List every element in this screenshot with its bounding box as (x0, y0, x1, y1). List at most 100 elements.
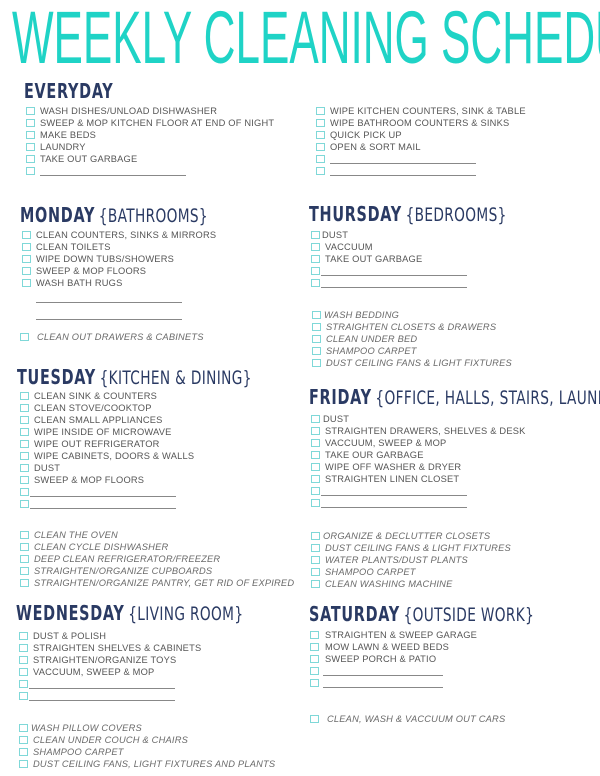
checkbox[interactable] (19, 760, 28, 768)
thursday-extra-list: WASH BEDDING STRAIGHTEN CLOSETS & DRAWER… (312, 309, 512, 369)
checkbox[interactable] (311, 279, 320, 287)
blank-line[interactable] (323, 667, 443, 676)
checkbox[interactable] (311, 427, 320, 435)
checkbox[interactable] (312, 335, 321, 343)
checkbox[interactable] (26, 131, 35, 139)
checkbox[interactable] (19, 692, 28, 700)
checkbox[interactable] (20, 416, 29, 424)
checkbox[interactable] (310, 715, 319, 723)
checkbox[interactable] (310, 655, 319, 663)
blank-task-item (20, 486, 194, 498)
friday-heading: FRIDAY {OFFICE, HALLS, STAIRS, LAUNDRY} (309, 386, 600, 409)
checkbox[interactable] (310, 667, 319, 675)
checkbox[interactable] (20, 500, 29, 508)
blank-line[interactable] (29, 680, 175, 689)
blank-line[interactable] (29, 692, 175, 701)
checkbox[interactable] (311, 243, 320, 251)
checkbox[interactable] (20, 404, 29, 412)
blank-line[interactable] (36, 294, 182, 303)
checkbox[interactable] (312, 311, 321, 319)
checkbox[interactable] (19, 736, 28, 744)
checkbox[interactable] (310, 643, 319, 651)
checkbox[interactable] (22, 255, 31, 263)
checkbox[interactable] (19, 724, 28, 732)
checkbox[interactable] (311, 556, 320, 564)
saturday-extra-list: CLEAN, WASH & VACCUUM OUT CARS (310, 713, 505, 725)
task-item: CLEAN CYCLE DISHWASHER (20, 541, 294, 553)
checkbox[interactable] (26, 155, 35, 163)
checkbox[interactable] (311, 532, 320, 540)
checkbox[interactable] (311, 415, 320, 423)
checkbox[interactable] (311, 231, 320, 239)
checkbox[interactable] (20, 392, 29, 400)
checkbox[interactable] (310, 631, 319, 639)
task-label: SHAMPOO CARPET (325, 567, 416, 577)
blank-line[interactable] (321, 279, 467, 288)
checkbox[interactable] (20, 579, 29, 587)
checkbox[interactable] (20, 567, 29, 575)
checkbox[interactable] (22, 231, 31, 239)
checkbox[interactable] (311, 568, 320, 576)
checkbox[interactable] (311, 580, 320, 588)
blank-line[interactable] (321, 499, 467, 508)
blank-line[interactable] (36, 311, 182, 320)
checkbox[interactable] (311, 544, 320, 552)
checkbox[interactable] (19, 748, 28, 756)
checkbox[interactable] (19, 644, 28, 652)
checkbox[interactable] (19, 656, 28, 664)
checkbox[interactable] (26, 107, 35, 115)
checkbox[interactable] (22, 267, 31, 275)
checkbox[interactable] (20, 440, 29, 448)
checkbox[interactable] (20, 452, 29, 460)
checkbox[interactable] (312, 323, 321, 331)
checkbox[interactable] (20, 531, 29, 539)
task-item: WIPE CABINETS, DOORS & WALLS (20, 450, 194, 462)
checkbox[interactable] (311, 255, 320, 263)
checkbox[interactable] (316, 143, 325, 151)
blank-line[interactable] (330, 155, 476, 164)
checkbox[interactable] (311, 499, 320, 507)
checkbox[interactable] (312, 347, 321, 355)
room-label: {BATHROOMS} (98, 205, 208, 227)
checkbox[interactable] (311, 267, 320, 275)
checkbox[interactable] (20, 476, 29, 484)
checkbox[interactable] (19, 632, 28, 640)
checkbox[interactable] (311, 463, 320, 471)
checkbox[interactable] (316, 131, 325, 139)
blank-line[interactable] (323, 679, 443, 688)
checkbox[interactable] (22, 243, 31, 251)
task-item: TAKE OUT GARBAGE (26, 153, 274, 165)
task-label: SWEEP & MOP FLOORS (34, 475, 145, 485)
checkbox[interactable] (26, 167, 35, 175)
checkbox[interactable] (19, 680, 28, 688)
checkbox[interactable] (311, 487, 320, 495)
checkbox[interactable] (22, 279, 31, 287)
checkbox[interactable] (316, 167, 325, 175)
friday-task-list: DUST STRAIGHTEN DRAWERS, SHELVES & DESK … (311, 413, 526, 509)
checkbox[interactable] (311, 439, 320, 447)
checkbox[interactable] (316, 119, 325, 127)
checkbox[interactable] (20, 333, 29, 341)
checkbox[interactable] (20, 428, 29, 436)
blank-line[interactable] (30, 488, 176, 497)
blank-line[interactable] (40, 167, 186, 176)
checkbox[interactable] (316, 107, 325, 115)
blank-line[interactable] (330, 167, 476, 176)
checkbox[interactable] (20, 464, 29, 472)
blank-line[interactable] (30, 500, 176, 509)
checkbox[interactable] (19, 668, 28, 676)
task-item: CLEAN, WASH & VACCUUM OUT CARS (310, 713, 505, 725)
checkbox[interactable] (26, 119, 35, 127)
blank-task-item (20, 498, 194, 510)
checkbox[interactable] (20, 555, 29, 563)
checkbox[interactable] (26, 143, 35, 151)
checkbox[interactable] (312, 359, 321, 367)
checkbox[interactable] (311, 475, 320, 483)
checkbox[interactable] (316, 155, 325, 163)
checkbox[interactable] (20, 488, 29, 496)
blank-line[interactable] (321, 487, 467, 496)
checkbox[interactable] (311, 451, 320, 459)
checkbox[interactable] (20, 543, 29, 551)
checkbox[interactable] (310, 679, 319, 687)
blank-line[interactable] (321, 267, 467, 276)
